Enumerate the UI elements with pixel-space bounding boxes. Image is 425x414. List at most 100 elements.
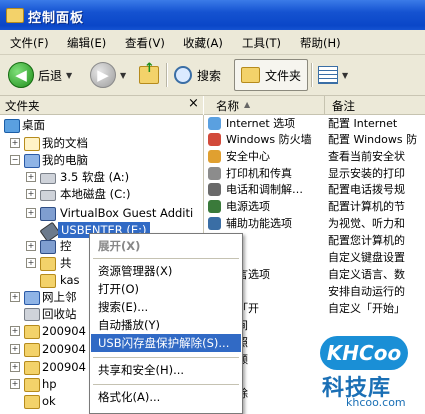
context-menu-search[interactable]: 搜索(E)... (91, 298, 241, 316)
forward-arrow-icon: ▶ (90, 62, 116, 88)
menu-bar: 文件(F) 编辑(E) 查看(V) 收藏(A) 工具(T) 帮助(H) (0, 30, 425, 55)
tree-item-my-computer[interactable]: − 我的电脑 (0, 152, 200, 168)
context-menu-format[interactable]: 格式化(A)... (91, 388, 241, 406)
expand-icon[interactable]: + (10, 379, 20, 389)
search-label: 搜索 (197, 68, 222, 83)
computer-icon (24, 154, 40, 168)
menu-separator (93, 384, 239, 385)
context-menu-sharing[interactable]: 共享和安全(H)... (91, 361, 241, 379)
power-options-icon (208, 200, 221, 213)
menu-tools[interactable]: 工具(T) (242, 35, 281, 51)
folder-icon (24, 325, 40, 339)
expand-icon[interactable]: + (26, 258, 36, 268)
context-menu: 展开(X) 资源管理器(X) 打开(O) 搜索(E)... 自动播放(Y) US… (89, 233, 243, 414)
folders-button[interactable]: 文件夹 (234, 59, 309, 91)
folder-icon (24, 343, 40, 357)
tree-item-local-disk[interactable]: + 本地磁盘 (C:) (0, 186, 200, 202)
expand-icon[interactable]: + (10, 292, 20, 302)
expand-icon[interactable]: + (10, 138, 20, 148)
list-item[interactable]: Windows 防火墙 配置 Windows 防 (204, 132, 425, 147)
window-title: 控制面板 (28, 11, 85, 26)
firewall-icon (208, 133, 221, 146)
folders-pane-title: 文件夹 (5, 99, 40, 113)
expand-icon[interactable]: + (10, 326, 20, 336)
back-button[interactable]: ◀ 后退 ▼ (8, 59, 72, 91)
search-button[interactable]: 搜索 (174, 59, 221, 91)
title-bar: 控制面板 (0, 0, 425, 30)
folder-icon (40, 274, 56, 288)
folder-icon (241, 67, 260, 83)
tree-item-floppy[interactable]: + 3.5 软盘 (A:) (0, 169, 200, 185)
folders-label: 文件夹 (265, 68, 302, 83)
menu-help[interactable]: 帮助(H) (300, 35, 341, 51)
chevron-down-icon: ▼ (120, 70, 127, 80)
column-name[interactable]: 名称 (216, 98, 239, 114)
list-item[interactable]: 电源选项 配置计算机的节 (204, 199, 425, 214)
context-menu-open[interactable]: 打开(O) (91, 280, 241, 298)
cd-icon (40, 207, 56, 221)
sort-up-icon: ▲ (244, 100, 251, 109)
accessibility-icon (208, 217, 221, 230)
folder-icon (24, 137, 40, 151)
views-button[interactable]: ▼ (318, 59, 348, 91)
list-item[interactable]: 辅助功能选项 为视觉、听力和 (204, 216, 425, 231)
folder-icon (40, 257, 56, 271)
up-folder-button[interactable]: ↑ (139, 59, 159, 91)
context-menu-explorer[interactable]: 资源管理器(X) (91, 262, 241, 280)
control-panel-icon (40, 240, 56, 254)
folder-icon (24, 378, 40, 392)
expand-icon[interactable]: + (26, 172, 36, 182)
context-menu-autoplay[interactable]: 自动播放(Y) (91, 316, 241, 334)
collapse-icon[interactable]: − (10, 155, 20, 165)
expand-icon[interactable]: + (26, 208, 36, 218)
watermark: KHCoo 科技库 khcoo.com (300, 330, 425, 412)
list-item[interactable]: Internet 选项 配置 Internet (204, 116, 425, 131)
expand-icon[interactable]: + (10, 344, 20, 354)
toolbar-separator (166, 63, 168, 87)
watermark-url: khcoo.com (346, 396, 406, 409)
internet-options-icon (208, 117, 221, 130)
menu-favorites[interactable]: 收藏(A) (183, 35, 223, 51)
list-item[interactable]: 安全中心 查看当前安全状 (204, 149, 425, 164)
printer-icon (208, 167, 221, 180)
tree-item-my-documents[interactable]: + 我的文档 (0, 135, 200, 151)
expand-icon[interactable]: + (26, 189, 36, 199)
list-item[interactable]: 打印机和传真 显示安装的打印 (204, 166, 425, 181)
chevron-down-icon: ▼ (342, 70, 349, 80)
menu-separator (93, 357, 239, 358)
toolbar-separator (311, 63, 313, 87)
desktop-icon (4, 119, 20, 133)
network-icon (24, 291, 40, 305)
search-icon (174, 66, 192, 84)
drive-icon (40, 190, 56, 201)
recycle-bin-icon (24, 308, 40, 321)
list-item[interactable]: 电话和调制解… 配置电话拨号规 (204, 182, 425, 197)
control-panel-icon (6, 8, 24, 23)
tree-item-virtualbox-cd[interactable]: + VirtualBox Guest Additi (0, 205, 203, 221)
column-comment[interactable]: 备注 (332, 98, 355, 114)
expand-icon[interactable]: + (10, 362, 20, 372)
watermark-logo: KHCoo (320, 336, 408, 370)
back-label: 后退 (38, 68, 63, 83)
list-header: 名称 ▲ 备注 (204, 96, 425, 115)
folder-icon (24, 395, 40, 409)
chevron-down-icon: ▼ (66, 70, 73, 80)
menu-view[interactable]: 查看(V) (125, 35, 165, 51)
security-center-icon (208, 150, 221, 163)
floppy-icon (40, 173, 56, 184)
close-icon[interactable]: × (188, 96, 199, 111)
back-arrow-icon: ◀ (8, 62, 34, 88)
up-folder-icon: ↑ (139, 61, 159, 84)
folders-pane-header: 文件夹 × (0, 96, 203, 115)
context-menu-usb-unprotect[interactable]: USB闪存盘保护解除(S)... (91, 334, 241, 352)
forward-button[interactable]: ▶ ▼ (90, 59, 126, 91)
views-icon (318, 66, 338, 84)
menu-edit[interactable]: 编辑(E) (67, 35, 106, 51)
expand-icon[interactable]: + (26, 241, 36, 251)
menu-file[interactable]: 文件(F) (10, 35, 49, 51)
phone-modem-icon (208, 183, 221, 196)
menu-separator (93, 258, 239, 259)
folder-icon (24, 361, 40, 375)
context-menu-expand[interactable]: 展开(X) (91, 237, 241, 255)
toolbar: ◀ 后退 ▼ ▶ ▼ ↑ 搜索 文件夹 ▼ (0, 55, 425, 96)
